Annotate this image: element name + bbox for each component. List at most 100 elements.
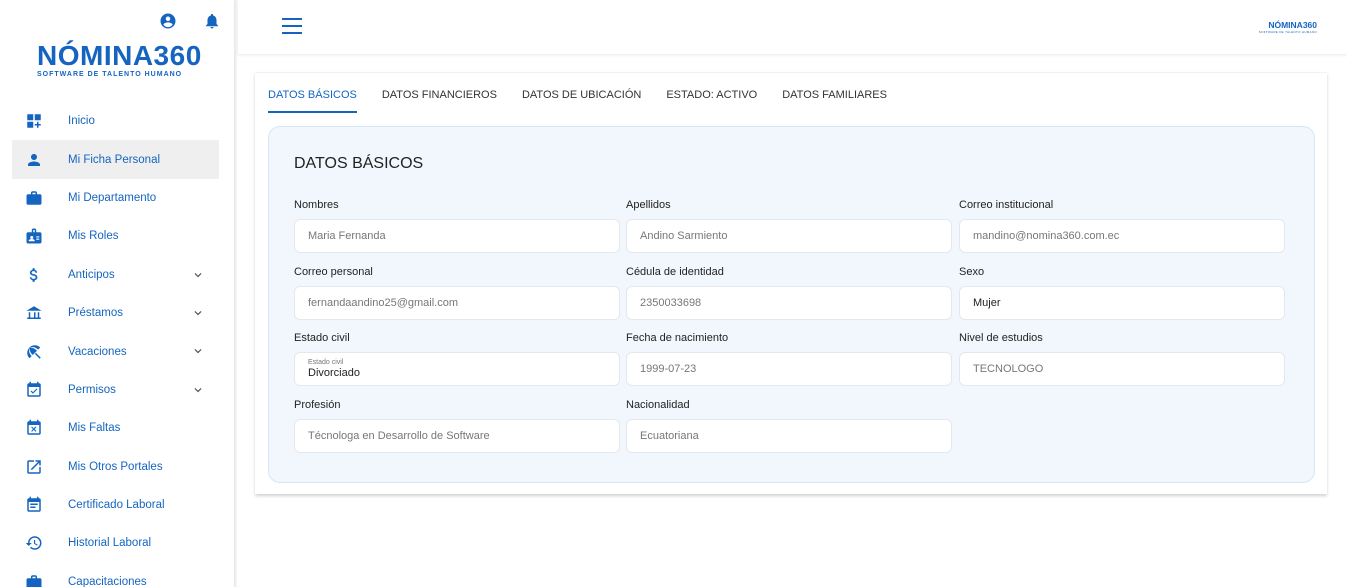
nivel-estudios-input[interactable]: TECNOLOGO xyxy=(959,352,1285,386)
tab-estado[interactable]: ESTADO: ACTIVO xyxy=(666,87,757,115)
field-label: Sexo xyxy=(959,266,985,278)
menu-icon[interactable] xyxy=(282,18,302,34)
select-floating-label: Estado civil xyxy=(308,358,344,366)
header-brand-tagline: SOFTWARE DE TALENTO HUMANO xyxy=(1258,30,1317,34)
tab-datos-basicos[interactable]: DATOS BÁSICOS xyxy=(268,87,357,115)
person-icon xyxy=(24,150,44,170)
sidebar-item-label: Capacitaciones xyxy=(68,575,147,587)
main-content: DATOS BÁSICOS DATOS FINANCIEROS DATOS DE… xyxy=(255,72,1327,494)
select-value: Divorciado xyxy=(308,366,360,379)
sidebar-item-label: Certificado Laboral xyxy=(68,499,165,512)
top-header: NÓMINA360 SOFTWARE DE TALENTO HUMANO xyxy=(238,0,1347,54)
sidebar-item-label: Mis Roles xyxy=(68,230,119,243)
fecha-nacimiento-field: Fecha de nacimiento 1999-07-23 xyxy=(626,332,952,386)
calendar-check-icon xyxy=(24,380,44,400)
nombres-input[interactable]: Maria Fernanda xyxy=(294,219,620,253)
profesion-input[interactable]: Técnologa en Desarrollo de Software xyxy=(294,419,620,453)
estado-civil-select[interactable]: Estado civil Divorciado xyxy=(294,352,620,386)
account-circle-icon[interactable] xyxy=(159,12,177,30)
cedula-field: Cédula de identidad 2350033698 xyxy=(626,266,952,320)
sexo-select[interactable]: Mujer xyxy=(959,286,1285,320)
sidebar-top-icons xyxy=(159,12,221,30)
datos-basicos-panel: DATOS BÁSICOS Nombres Maria Fernanda Ape… xyxy=(268,126,1315,483)
sidebar-item-label: Mis Faltas xyxy=(68,422,121,435)
sidebar-nav: Inicio Mi Ficha Personal Mi Departamento… xyxy=(12,102,219,587)
sidebar-item-label: Vacaciones xyxy=(68,345,127,358)
sidebar-item-prestamos[interactable]: Préstamos xyxy=(12,294,219,332)
apellidos-field: Apellidos Andino Sarmiento xyxy=(626,199,952,253)
sidebar-divider xyxy=(234,0,238,587)
tab-bar: DATOS BÁSICOS DATOS FINANCIEROS DATOS DE… xyxy=(268,87,912,115)
panel-title: DATOS BÁSICOS xyxy=(294,155,424,172)
fecha-nacimiento-input[interactable]: 1999-07-23 xyxy=(626,352,952,386)
external-link-icon xyxy=(24,457,44,477)
sidebar-item-label: Anticipos xyxy=(68,268,115,281)
chevron-down-icon[interactable] xyxy=(191,268,205,282)
briefcase-icon xyxy=(24,188,44,208)
field-label: Estado civil xyxy=(294,332,350,344)
calendar-x-icon xyxy=(24,418,44,438)
logo-main: NÓMINA360 xyxy=(37,40,202,71)
chevron-down-icon[interactable] xyxy=(191,344,205,358)
sidebar-item-historial-laboral[interactable]: Historial Laboral xyxy=(12,524,219,562)
apellidos-input[interactable]: Andino Sarmiento xyxy=(626,219,952,253)
nacionalidad-input[interactable]: Ecuatoriana xyxy=(626,419,952,453)
history-icon xyxy=(24,533,44,553)
sidebar-item-mis-otros-portales[interactable]: Mis Otros Portales xyxy=(12,448,219,486)
field-label: Fecha de nacimiento xyxy=(626,332,729,344)
dollar-icon xyxy=(24,265,44,285)
sidebar-item-label: Mi Departamento xyxy=(68,191,157,204)
sidebar: NÓMINA360 SOFTWARE DE TALENTO HUMANO Ini… xyxy=(0,0,234,587)
nacionalidad-field: Nacionalidad Ecuatoriana xyxy=(626,399,952,453)
sidebar-item-label: Préstamos xyxy=(68,307,123,320)
logo-tagline: SOFTWARE DE TALENTO HUMANO xyxy=(37,71,183,78)
sidebar-item-vacaciones[interactable]: Vacaciones xyxy=(12,332,219,370)
chevron-down-icon[interactable] xyxy=(191,383,205,397)
sidebar-item-mis-faltas[interactable]: Mis Faltas xyxy=(12,409,219,447)
sexo-field: Sexo Mujer xyxy=(959,266,1285,320)
tab-datos-familiares[interactable]: DATOS FAMILIARES xyxy=(782,87,887,115)
bell-icon[interactable] xyxy=(203,12,221,30)
field-label: Correo personal xyxy=(294,266,373,278)
field-label: Cédula de identidad xyxy=(626,266,724,278)
sidebar-item-certificado-laboral[interactable]: Certificado Laboral xyxy=(12,486,219,524)
field-label: Nombres xyxy=(294,199,339,211)
field-label: Nivel de estudios xyxy=(959,332,1043,344)
sidebar-item-inicio[interactable]: Inicio xyxy=(12,102,219,140)
sidebar-item-mi-ficha-personal[interactable]: Mi Ficha Personal xyxy=(12,140,219,179)
sidebar-item-permisos[interactable]: Permisos xyxy=(12,371,219,409)
field-label: Nacionalidad xyxy=(626,399,690,411)
badge-icon xyxy=(24,226,44,246)
beach-icon xyxy=(24,342,44,362)
training-icon xyxy=(24,572,44,587)
sidebar-item-label: Mi Ficha Personal xyxy=(68,153,161,166)
logo: NÓMINA360 SOFTWARE DE TALENTO HUMANO xyxy=(37,40,202,79)
nivel-estudios-field: Nivel de estudios TECNOLOGO xyxy=(959,332,1285,386)
calendar-doc-icon xyxy=(24,495,44,515)
field-label: Correo institucional xyxy=(959,199,1054,211)
tab-datos-ubicacion[interactable]: DATOS DE UBICACIÓN xyxy=(522,87,641,115)
header-brand: NÓMINA360 xyxy=(1268,20,1317,30)
sidebar-item-label: Mis Otros Portales xyxy=(68,460,163,473)
sidebar-item-label: Historial Laboral xyxy=(68,537,152,550)
correo-institucional-field: Correo institucional mandino@nomina360.c… xyxy=(959,199,1285,253)
sidebar-item-anticipos[interactable]: Anticipos xyxy=(12,256,219,294)
sidebar-item-label: Inicio xyxy=(68,115,95,128)
sidebar-item-mi-departamento[interactable]: Mi Departamento xyxy=(12,179,219,217)
cedula-input[interactable]: 2350033698 xyxy=(626,286,952,320)
chevron-down-icon[interactable] xyxy=(191,306,205,320)
sidebar-item-mis-roles[interactable]: Mis Roles xyxy=(12,217,219,255)
estado-civil-field: Estado civil Estado civil Divorciado xyxy=(294,332,620,386)
sidebar-item-capacitaciones[interactable]: Capacitaciones xyxy=(12,563,219,587)
dashboard-icon xyxy=(24,111,44,131)
correo-institucional-input[interactable]: mandino@nomina360.com.ec xyxy=(959,219,1285,253)
sidebar-item-label: Permisos xyxy=(68,383,116,396)
field-label: Profesión xyxy=(294,399,341,411)
tab-datos-financieros[interactable]: DATOS FINANCIEROS xyxy=(382,87,497,115)
correo-personal-field: Correo personal fernandaandino25@gmail.c… xyxy=(294,266,620,320)
field-label: Apellidos xyxy=(626,199,671,211)
correo-personal-input[interactable]: fernandaandino25@gmail.com xyxy=(294,286,620,320)
nombres-field: Nombres Maria Fernanda xyxy=(294,199,620,253)
loan-icon xyxy=(24,303,44,323)
profesion-field: Profesión Técnologa en Desarrollo de Sof… xyxy=(294,399,620,453)
